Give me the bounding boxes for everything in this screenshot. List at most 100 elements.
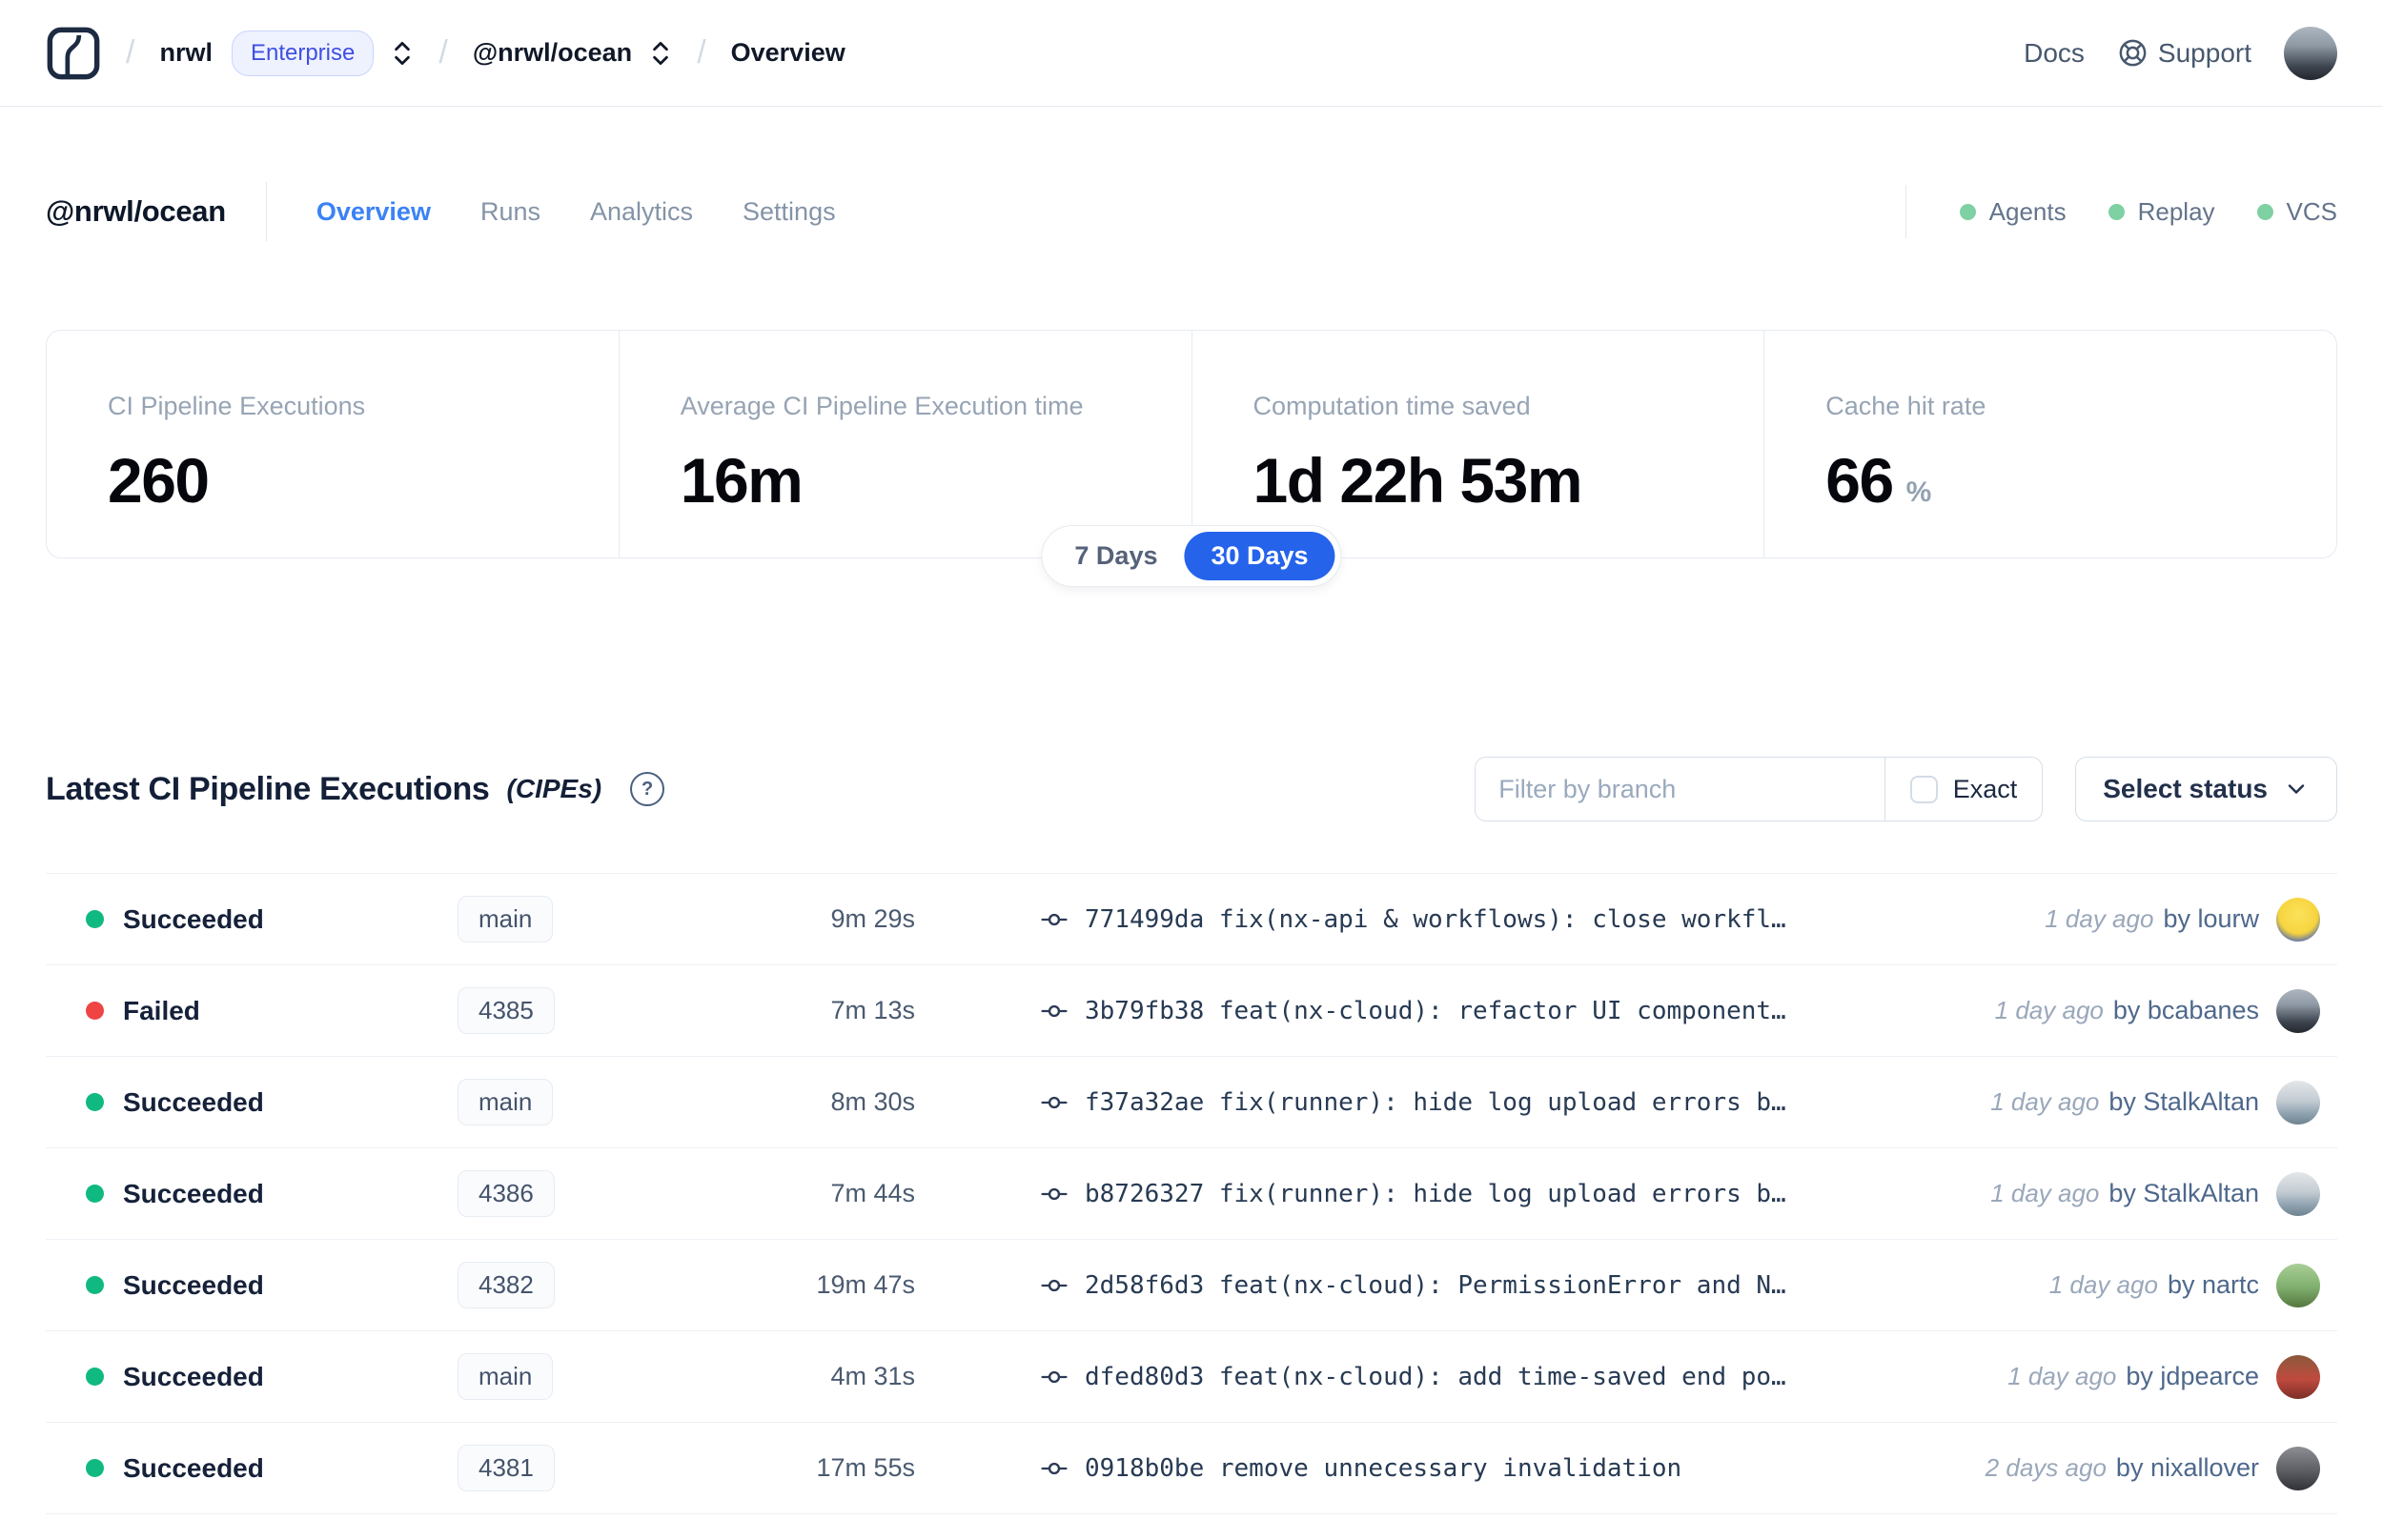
status-cell: Succeeded <box>86 904 458 935</box>
exact-checkbox[interactable] <box>1909 775 1938 803</box>
breadcrumb-separator: / <box>126 34 135 71</box>
branch-cell: main <box>458 1353 696 1400</box>
branch-cell: main <box>458 896 696 942</box>
branch-cell: 4381 <box>458 1445 696 1491</box>
status-replay[interactable]: Replay <box>2108 197 2215 227</box>
stat-card-avg-time: Average CI Pipeline Execution time 16m <box>618 331 1192 557</box>
date-range-toggle: 7 Days 30 Days <box>1041 525 1342 587</box>
commit-message[interactable]: 771499da fix(nx-api & workflows): close … <box>1085 905 1786 934</box>
commit-message[interactable]: 3b79fb38 feat(nx-cloud): refactor UI com… <box>1085 997 1786 1025</box>
tab-analytics[interactable]: Analytics <box>590 197 693 227</box>
status-label: Succeeded <box>123 1178 264 1208</box>
breadcrumb: / nrwl Enterprise / @nrwl/ocean / Overvi… <box>46 26 845 81</box>
commit-cell: 2d58f6d3 feat(nx-cloud): PermissionError… <box>1041 1271 2030 1300</box>
breadcrumb-org[interactable]: nrwl <box>159 38 213 68</box>
org-switcher-chevron-icon[interactable] <box>391 38 414 69</box>
status-dot-icon <box>86 1185 104 1203</box>
stat-value: 66 % <box>1825 445 1932 516</box>
time-ago-label: 1 day ago <box>1990 1179 2100 1207</box>
commit-message[interactable]: 0918b0be remove unnecessary invalidation <box>1085 1454 1681 1483</box>
table-row[interactable]: Succeeded main 4m 31s dfed80d3 feat(nx-c… <box>46 1331 2337 1423</box>
status-dot-icon <box>86 1368 104 1386</box>
table-row[interactable]: Succeeded 4382 19m 47s 2d58f6d3 feat(nx-… <box>46 1240 2337 1331</box>
status-vcs[interactable]: VCS <box>2256 197 2337 227</box>
branch-badge[interactable]: 4385 <box>458 987 555 1034</box>
stat-label: Average CI Pipeline Execution time <box>680 392 1084 420</box>
branch-filter-input[interactable] <box>1476 758 1884 821</box>
tab-runs[interactable]: Runs <box>480 197 540 227</box>
branch-filter-group: Exact <box>1475 757 2044 821</box>
status-label: Succeeded <box>123 1086 264 1117</box>
author-avatar[interactable] <box>2276 988 2320 1033</box>
author-label: by bcabanes <box>2112 996 2259 1024</box>
support-link[interactable]: Support <box>2117 37 2251 69</box>
breadcrumb-workspace[interactable]: @nrwl/ocean <box>473 38 632 68</box>
table-row[interactable]: Succeeded 4386 7m 44s b8726327 fix(runne… <box>46 1148 2337 1240</box>
exact-toggle[interactable]: Exact <box>1884 758 2043 821</box>
tab-settings[interactable]: Settings <box>743 197 836 227</box>
status-agents[interactable]: Agents <box>1959 196 2067 227</box>
chevron-down-icon <box>2288 784 2305 794</box>
section-title-suffix: (CIPEs) <box>506 774 602 803</box>
status-cell: Failed <box>86 996 458 1026</box>
commit-message[interactable]: dfed80d3 feat(nx-cloud): add time-saved … <box>1085 1363 1786 1391</box>
section-title: Latest CI Pipeline Executions <box>46 770 490 807</box>
cipe-table: Succeeded main 9m 29s 771499da fix(nx-ap… <box>46 873 2337 1514</box>
duration-label: 4m 31s <box>830 1362 915 1390</box>
range-30-days-button[interactable]: 30 Days <box>1184 532 1335 580</box>
author-label: by jdpearce <box>2126 1362 2259 1390</box>
stat-card-time-saved: Computation time saved 1d 22h 53m <box>1191 331 1764 557</box>
stats-section: CI Pipeline Executions 260 Average CI Pi… <box>46 330 2337 587</box>
commit-message[interactable]: 2d58f6d3 feat(nx-cloud): PermissionError… <box>1085 1271 1786 1300</box>
status-label: Replay <box>2137 196 2215 226</box>
branch-badge[interactable]: main <box>458 896 554 942</box>
commit-message[interactable]: b8726327 fix(runner): hide log upload er… <box>1085 1180 1786 1208</box>
table-row[interactable]: Succeeded main 8m 30s f37a32ae fix(runne… <box>46 1057 2337 1148</box>
user-avatar[interactable] <box>2284 26 2337 80</box>
branch-badge[interactable]: 4386 <box>458 1170 555 1217</box>
branch-badge[interactable]: main <box>458 1079 554 1125</box>
status-label: Succeeded <box>123 1452 264 1483</box>
stat-label: CI Pipeline Executions <box>108 392 366 420</box>
workspace-switcher-chevron-icon[interactable] <box>649 38 672 69</box>
meta-cell: 1 day ago by StalkAltan <box>1990 1080 2320 1125</box>
status-label: Failed <box>123 995 200 1025</box>
branch-cell: main <box>458 1079 696 1125</box>
docs-link[interactable]: Docs <box>2024 38 2085 69</box>
branch-badge[interactable]: 4381 <box>458 1445 555 1491</box>
author-avatar[interactable] <box>2276 897 2320 942</box>
divider <box>1904 185 1906 238</box>
meta-cell: 1 day ago by lourw <box>2045 897 2320 942</box>
status-label: Succeeded <box>123 1269 264 1300</box>
life-buoy-icon <box>2119 39 2147 67</box>
meta-cell: 2 days ago by nixallover <box>1986 1446 2320 1490</box>
author-avatar[interactable] <box>2276 1171 2320 1216</box>
stat-card-cache-hit-rate: Cache hit rate 66 % <box>1763 331 2336 557</box>
time-ago-label: 1 day ago <box>2048 1270 2158 1299</box>
author-avatar[interactable] <box>2276 1354 2320 1399</box>
feature-status-group: Agents Replay VCS <box>1904 185 2337 238</box>
author-avatar[interactable] <box>2276 1080 2320 1125</box>
author-avatar[interactable] <box>2276 1263 2320 1307</box>
time-ago-label: 1 day ago <box>1990 1087 2100 1116</box>
table-row[interactable]: Succeeded 4381 17m 55s 0918b0be remove u… <box>46 1423 2337 1514</box>
branch-badge[interactable]: 4382 <box>458 1262 555 1308</box>
branch-badge[interactable]: main <box>458 1353 554 1400</box>
commit-cell: 3b79fb38 feat(nx-cloud): refactor UI com… <box>1041 997 1976 1025</box>
help-icon[interactable]: ? <box>630 772 665 806</box>
tab-overview[interactable]: Overview <box>316 197 431 227</box>
git-commit-icon <box>1041 1096 1068 1108</box>
status-select-button[interactable]: Select status <box>2075 757 2337 821</box>
enterprise-badge: Enterprise <box>231 30 375 76</box>
time-ago-label: 1 day ago <box>2045 904 2154 933</box>
author-avatar[interactable] <box>2276 1446 2320 1490</box>
nx-cloud-logo-icon[interactable] <box>46 26 101 81</box>
git-commit-icon <box>1041 1370 1068 1383</box>
support-label: Support <box>2157 37 2251 68</box>
range-7-days-button[interactable]: 7 Days <box>1048 532 1184 580</box>
table-row[interactable]: Succeeded main 9m 29s 771499da fix(nx-ap… <box>46 874 2337 965</box>
commit-message[interactable]: f37a32ae fix(runner): hide log upload er… <box>1085 1088 1786 1117</box>
table-row[interactable]: Failed 4385 7m 13s 3b79fb38 feat(nx-clou… <box>46 965 2337 1057</box>
status-label: Agents <box>1988 196 2067 226</box>
status-dot-icon <box>86 1276 104 1294</box>
